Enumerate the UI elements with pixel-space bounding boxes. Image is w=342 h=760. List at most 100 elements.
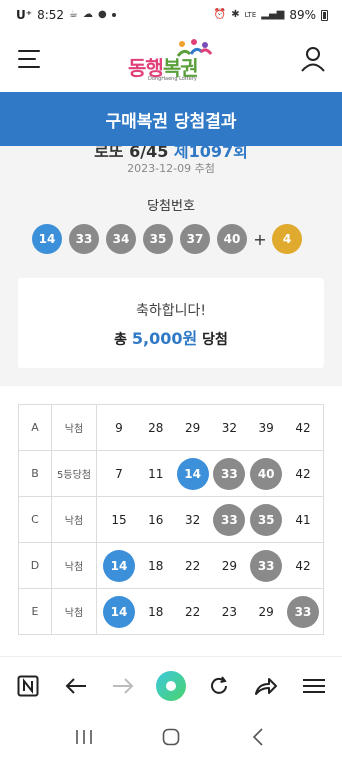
page-title: 구매복권 당첨결과 — [105, 111, 237, 132]
game-row-a: A 낙첨 9 28 29 32 39 42 — [18, 404, 324, 451]
app-header: 동행복권 DongHaeng Lottery — [0, 30, 342, 92]
game-name: 로또 6/45 — [94, 146, 169, 161]
games-table: A 낙첨 9 28 29 32 39 42 B 5등당첨 7 11 14 33 40 42 C 낙첨 15 16 32 3… — [18, 404, 324, 635]
game-numbers: 14 18 22 29 33 42 — [96, 542, 324, 589]
game-row-d: D 낙첨 14 18 22 29 33 42 — [18, 542, 324, 589]
winning-ball: 14 — [32, 224, 62, 254]
back-arrow-icon[interactable] — [59, 669, 93, 703]
game-number: 29 — [184, 420, 201, 435]
menu-icon[interactable] — [297, 669, 331, 703]
cloud-icon: ☁ — [83, 9, 93, 20]
game-number: 15 — [111, 512, 127, 527]
recent-apps-icon[interactable] — [69, 722, 99, 752]
network-label: LTE — [244, 11, 257, 19]
status-bar: U⁺ 8:52 ☕ ☁ ● ⏰ ✱ LTE ▂▄▆ 89% — [0, 0, 342, 30]
home-circle-icon[interactable] — [154, 669, 188, 703]
game-number: 22 — [184, 604, 201, 619]
matched-number: 14 — [176, 457, 209, 490]
browser-toolbar — [0, 656, 342, 714]
game-result: 낙첨 — [51, 496, 97, 543]
game-number: 9 — [115, 420, 123, 435]
bluetooth-icon: ✱ — [231, 9, 240, 20]
matched-number: 33 — [213, 457, 246, 490]
signal-icon: ▂▄▆ — [261, 9, 285, 20]
winning-numbers-label: 당첨번호 — [147, 199, 195, 214]
naver-icon[interactable] — [11, 669, 45, 703]
share-icon[interactable] — [249, 669, 283, 703]
game-number: 39 — [258, 420, 274, 435]
game-label: C — [18, 496, 52, 543]
game-result: 낙첨 — [51, 588, 97, 635]
game-number: 29 — [221, 558, 238, 573]
prize-amount: 5,000원 — [131, 329, 198, 348]
forward-arrow-icon[interactable] — [106, 669, 140, 703]
donghaeng-logo[interactable]: 동행복권 DongHaeng Lottery — [128, 38, 216, 84]
home-icon[interactable] — [156, 722, 186, 752]
game-number: 23 — [221, 604, 238, 619]
game-number: 32 — [184, 512, 201, 527]
game-label: A — [18, 404, 52, 451]
clock: 8:52 — [37, 8, 65, 22]
back-icon[interactable] — [243, 722, 273, 752]
matched-number: 33 — [250, 549, 283, 582]
game-number: 22 — [184, 558, 201, 573]
notification-icon: ☕ — [69, 9, 78, 20]
matched-number: 14 — [103, 549, 135, 582]
carrier-label: U⁺ — [16, 8, 33, 22]
page-title-bar: 구매복권 당첨결과 — [0, 92, 342, 146]
draw-date: 2023-12-09 추첨 — [127, 162, 215, 175]
facebook-icon: ● — [98, 9, 107, 20]
game-number: 18 — [148, 558, 164, 573]
game-number: 42 — [295, 420, 311, 435]
winning-ball: 33 — [69, 224, 99, 254]
purchased-games-section: A 낙첨 9 28 29 32 39 42 B 5등당첨 7 11 14 33 40 42 C 낙첨 15 16 32 3… — [0, 386, 342, 656]
system-nav-bar — [0, 714, 342, 760]
battery-percent: 89% — [289, 8, 316, 22]
game-result: 5등당첨 — [51, 450, 97, 497]
game-number: 28 — [148, 420, 164, 435]
game-numbers: 7 11 14 33 40 42 — [96, 450, 324, 497]
game-numbers: 9 28 29 32 39 42 — [96, 404, 324, 451]
game-number: 42 — [295, 466, 311, 481]
game-number: 29 — [258, 604, 274, 619]
game-number: 42 — [295, 558, 311, 573]
winning-ball: 37 — [180, 224, 210, 254]
logo-subtitle: DongHaeng Lottery — [148, 76, 197, 82]
matched-number: 35 — [250, 503, 283, 536]
profile-icon[interactable] — [300, 46, 326, 72]
matched-number: 33 — [213, 503, 246, 536]
winning-ball: 34 — [106, 224, 136, 254]
winning-numbers: 14 33 34 35 37 40 + 4 — [32, 224, 309, 254]
battery-icon — [321, 9, 328, 21]
congrats-text: 축하합니다! — [135, 303, 206, 319]
reload-icon[interactable] — [202, 669, 236, 703]
more-notifications-icon — [111, 13, 116, 17]
game-number: 41 — [295, 512, 311, 527]
game-label: B — [18, 450, 52, 497]
alarm-icon: ⏰ — [213, 9, 227, 20]
game-label: E — [18, 588, 52, 635]
game-row-b: B 5등당첨 7 11 14 33 40 42 — [18, 450, 324, 497]
draw-round: 제1097회 — [173, 146, 248, 161]
matched-number: 33 — [286, 595, 319, 628]
prize-total: 총 5,000원 당첨 — [114, 329, 228, 348]
game-result: 낙첨 — [51, 542, 97, 589]
game-number: 18 — [148, 604, 164, 619]
game-number: 16 — [148, 512, 164, 527]
prize-summary-card: 축하합니다! 총 5,000원 당첨 — [18, 278, 324, 368]
matched-number: 40 — [250, 457, 283, 490]
matched-number: 14 — [103, 595, 135, 628]
winning-ball: 40 — [217, 224, 247, 254]
hamburger-menu-icon[interactable] — [18, 50, 40, 68]
main-content: 로또 6/45 제1097회 2023-12-09 추첨 당첨번호 14 33 … — [0, 146, 342, 656]
plus-sign: + — [253, 229, 267, 249]
game-row-e: E 낙첨 14 18 22 23 29 33 — [18, 588, 324, 635]
game-number: 11 — [148, 466, 164, 481]
bonus-ball: 4 — [272, 224, 302, 254]
game-row-c: C 낙첨 15 16 32 33 35 41 — [18, 496, 324, 543]
game-number: 32 — [221, 420, 238, 435]
game-result: 낙첨 — [51, 404, 97, 451]
game-numbers: 15 16 32 33 35 41 — [96, 496, 324, 543]
winning-ball: 35 — [143, 224, 173, 254]
game-number: 7 — [115, 466, 123, 481]
